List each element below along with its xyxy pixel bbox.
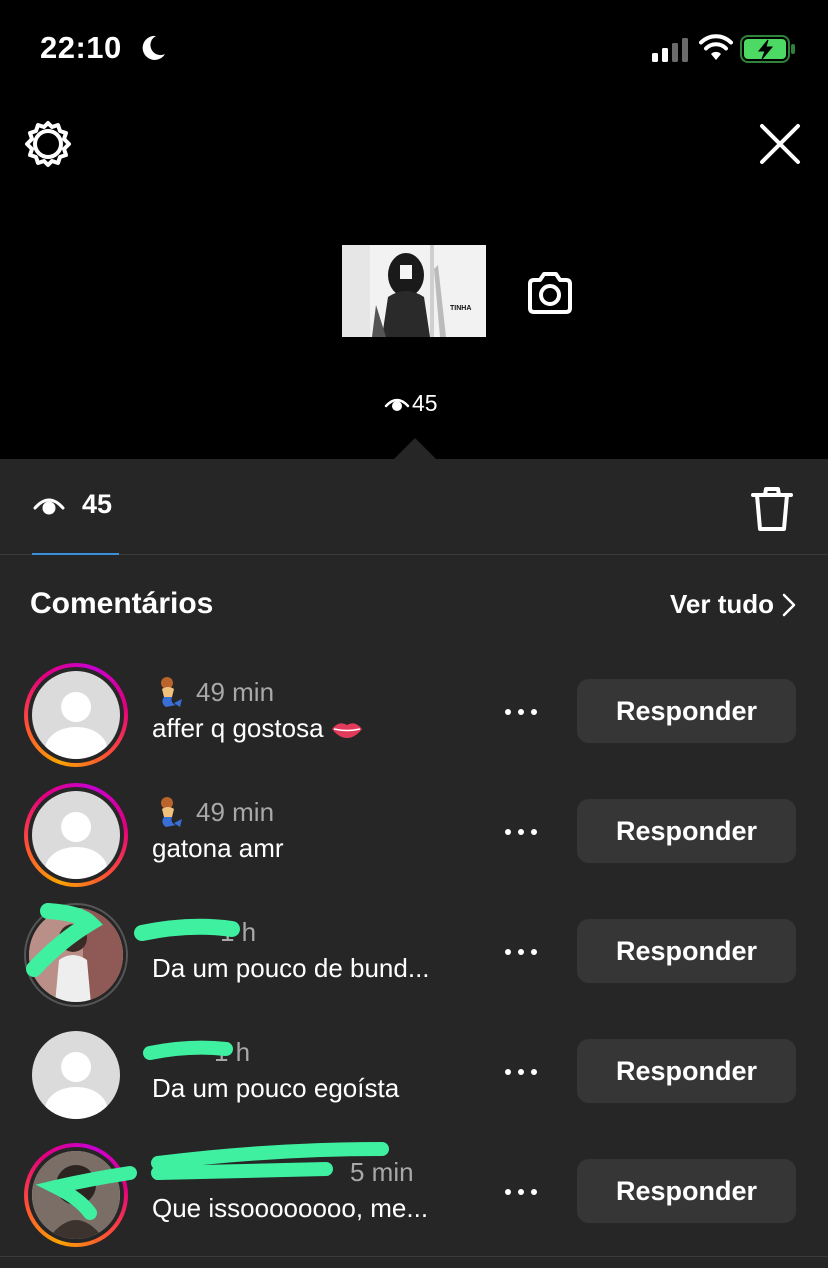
eye-icon — [33, 498, 65, 514]
reply-button[interactable]: Responder — [577, 679, 796, 743]
default-avatar-icon — [32, 791, 120, 879]
divider — [0, 1256, 828, 1257]
tab-viewers-count: 45 — [82, 489, 113, 519]
more-options-icon[interactable] — [504, 1187, 538, 1197]
more-options-icon[interactable] — [504, 707, 538, 717]
close-icon[interactable] — [758, 122, 802, 166]
avatar[interactable] — [24, 903, 128, 1007]
see-all-link[interactable]: Ver tudo — [670, 589, 796, 620]
more-options-icon[interactable] — [504, 827, 538, 837]
comment-row: 49 min affer q gostosa Responder — [0, 655, 828, 775]
eye-icon — [384, 398, 410, 411]
default-avatar-icon[interactable] — [32, 1031, 120, 1119]
reply-button[interactable]: Responder — [577, 1039, 796, 1103]
story-view-count: 45 — [384, 390, 438, 417]
more-options-icon[interactable] — [504, 947, 538, 957]
story-view-count-value: 45 — [412, 390, 438, 416]
comment-text: gatona amr — [152, 833, 284, 863]
chevron-right-icon — [782, 593, 796, 616]
panel-pointer — [393, 438, 437, 460]
comment-time: 49 min — [196, 796, 275, 827]
wifi-icon — [699, 34, 733, 60]
activity-tabs: 45 — [0, 459, 828, 555]
reply-button[interactable]: Responder — [577, 799, 796, 863]
comment-text: Que issoooooooo, me... — [152, 1193, 429, 1223]
cellular-signal-icon — [652, 38, 688, 62]
comment-time: 49 min — [196, 676, 275, 707]
see-all-label: Ver tudo — [669, 589, 774, 619]
comment-row: 49 min gatona amr Responder — [0, 775, 828, 895]
activity-panel: 45 Comentários Ver tudo 49 min affer q g… — [0, 459, 828, 1268]
default-avatar-icon — [32, 671, 120, 759]
user-photo — [29, 908, 123, 1002]
comment-time: 5 min — [350, 1156, 414, 1187]
reply-button[interactable]: Responder — [577, 1159, 796, 1223]
comment-text: Da um pouco egoísta — [152, 1073, 400, 1103]
moon-icon — [142, 35, 165, 60]
comment-time: 1 h — [220, 916, 257, 947]
avatar[interactable] — [24, 663, 128, 767]
more-options-icon[interactable] — [504, 1067, 538, 1077]
comment-text: affer q gostosa — [152, 713, 324, 743]
story-thumbnail-caption: TINHA — [450, 305, 472, 312]
camera-icon[interactable] — [524, 268, 576, 320]
avatar[interactable] — [24, 783, 128, 887]
comments-list: 49 min affer q gostosa Responder 49 min … — [0, 655, 828, 1255]
status-time: 22:10 — [40, 30, 122, 65]
settings-gear-icon[interactable] — [24, 120, 72, 168]
active-tab-indicator — [32, 553, 119, 555]
comment-time: 1 h — [214, 1036, 251, 1067]
comment-text: Da um pouco de bund... — [152, 953, 430, 983]
avatar[interactable] — [24, 1143, 128, 1247]
mermaid-emoji-icon — [161, 797, 182, 827]
story-thumbnail-image — [342, 245, 486, 337]
comment-row: 1 h Da um pouco egoísta Responder — [0, 1015, 828, 1135]
battery-charging-icon — [740, 35, 795, 63]
reply-button[interactable]: Responder — [577, 919, 796, 983]
status-bar: 22:10 — [0, 0, 828, 100]
user-photo — [32, 1151, 120, 1239]
comments-title: Comentários — [30, 587, 214, 620]
tab-viewers[interactable]: 45 — [32, 489, 112, 520]
comment-row: 1 h Da um pouco de bund... Responder — [0, 895, 828, 1015]
trash-icon[interactable] — [750, 485, 794, 533]
kissing-lips-emoji-icon — [331, 722, 362, 738]
mermaid-emoji-icon — [161, 677, 182, 707]
story-thumbnail[interactable]: TINHA — [342, 245, 486, 337]
comment-row: 5 min Que issoooooooo, me... Responder — [0, 1135, 828, 1255]
